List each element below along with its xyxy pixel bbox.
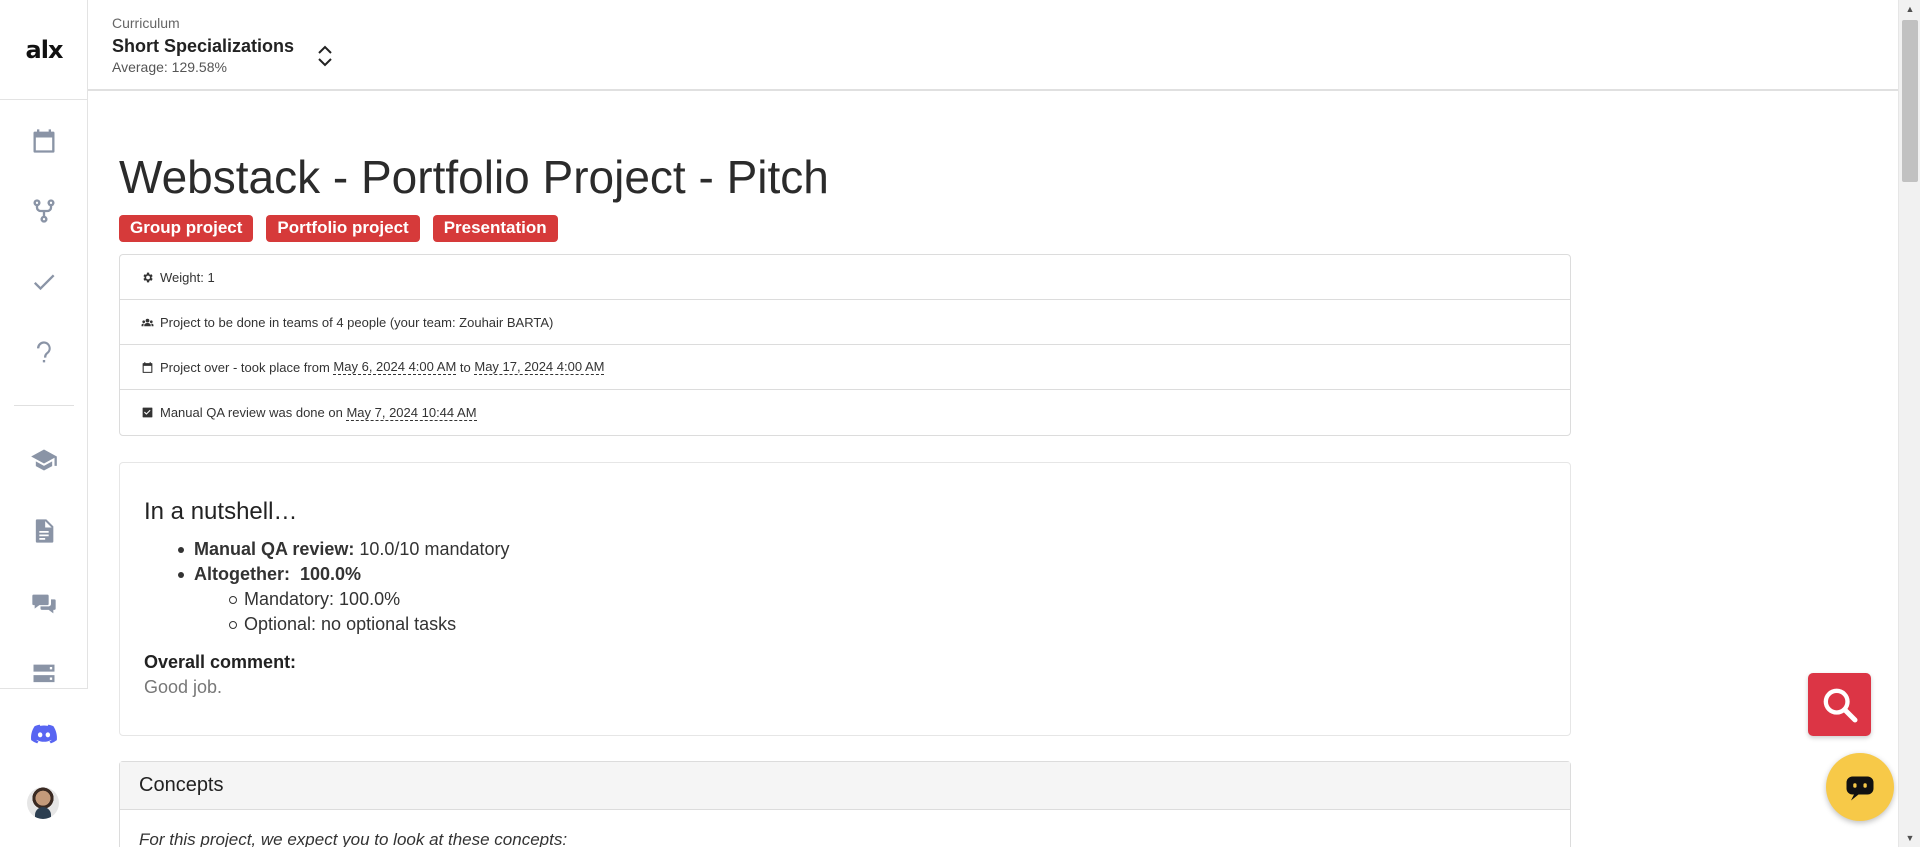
calendar-small-icon [142, 361, 153, 373]
curriculum-header: Curriculum Short Specializations Average… [88, 0, 1898, 91]
checkbox-icon [142, 407, 153, 418]
review-date: May 7, 2024 10:44 AM [346, 404, 477, 421]
page-scrollbar[interactable]: ▲ ▼ [1898, 0, 1920, 847]
period-to: to [459, 359, 471, 375]
scroll-up-arrow-icon[interactable]: ▲ [1899, 0, 1920, 18]
fork-icon[interactable] [24, 191, 64, 231]
period-end-date: May 17, 2024 4:00 AM [474, 359, 605, 375]
users-icon [141, 318, 154, 326]
list-item: Mandatory: 100.0% [229, 587, 510, 612]
concepts-intro: For this project, we expect you to look … [139, 830, 568, 847]
calendar-icon[interactable] [24, 121, 64, 161]
scroll-thumb[interactable] [1902, 20, 1918, 182]
question-icon[interactable] [24, 333, 64, 373]
curriculum-label: Curriculum [112, 15, 180, 31]
search-icon [1823, 688, 1857, 722]
altogether-value: 100.0% [300, 564, 362, 584]
sidebar-divider [14, 405, 74, 406]
sidebar-bottom [0, 688, 88, 847]
list-item: Optional: no optional tasks [229, 612, 510, 637]
nutshell-list: Manual QA review: 10.0/10 mandatory Alto… [178, 537, 510, 637]
scroll-down-arrow-icon[interactable]: ▼ [1899, 829, 1920, 847]
overall-comment-text: Good job. [144, 677, 223, 697]
curriculum-switcher-icon[interactable] [314, 40, 336, 72]
tag-presentation: Presentation [432, 215, 558, 242]
check-icon[interactable] [24, 262, 64, 302]
tag-portfolio-project: Portfolio project [266, 215, 420, 242]
tag-group-project: Group project [119, 215, 254, 242]
period-prefix: Project over - took place from [160, 359, 330, 375]
main-content: Webstack - Portfolio Project - Pitch Gro… [88, 93, 1898, 847]
concepts-panel: Concepts For this project, we expect you… [119, 761, 1571, 847]
info-review: Manual QA review was done on May 7, 2024… [120, 390, 1570, 435]
chat-icon[interactable] [24, 584, 64, 624]
project-tags: Group project Portfolio project Presenta… [119, 215, 558, 242]
avatar[interactable] [27, 787, 59, 819]
weight-text: Weight: 1 [160, 269, 215, 285]
curriculum-title[interactable]: Short Specializations [112, 36, 294, 57]
team-text: Project to be done in teams of 4 people … [160, 314, 554, 330]
sidebar: alx [0, 0, 88, 847]
nutshell-title: In a nutshell… [144, 498, 298, 525]
chatbot-icon [1846, 776, 1874, 801]
alx-logo[interactable]: alx [0, 0, 88, 100]
discord-icon[interactable] [24, 714, 64, 754]
curriculum-average: Average: 129.58% [112, 59, 227, 75]
list-item: Altogether: 100.0% [178, 562, 510, 587]
gear-icon [143, 272, 153, 282]
page-title: Webstack - Portfolio Project - Pitch [119, 151, 829, 203]
nutshell-panel: In a nutshell… Manual QA review: 10.0/10… [119, 462, 1571, 736]
graduation-cap-icon[interactable] [24, 440, 64, 480]
overall-comment-label: Overall comment: [144, 652, 297, 672]
info-period: Project over - took place from May 6, 20… [120, 345, 1570, 390]
document-icon[interactable] [24, 511, 64, 551]
period-start-date: May 6, 2024 4:00 AM [333, 359, 457, 375]
info-weight: Weight: 1 [120, 255, 1570, 300]
search-button[interactable] [1808, 673, 1871, 736]
manual-review-value: 10.0/10 mandatory [359, 539, 510, 559]
nutshell-sublist: Mandatory: 100.0% Optional: no optional … [194, 587, 510, 637]
info-team: Project to be done in teams of 4 people … [120, 300, 1570, 345]
concepts-title: Concepts [120, 762, 1570, 810]
altogether-label: Altogether: [194, 564, 290, 584]
chatbot-button[interactable] [1826, 753, 1894, 821]
project-info-panel: Weight: 1 Project to be done in teams of… [119, 254, 1571, 436]
review-prefix: Manual QA review was done on [160, 405, 343, 420]
list-item: Manual QA review: 10.0/10 mandatory [178, 537, 510, 562]
manual-review-label: Manual QA review: [194, 539, 355, 559]
